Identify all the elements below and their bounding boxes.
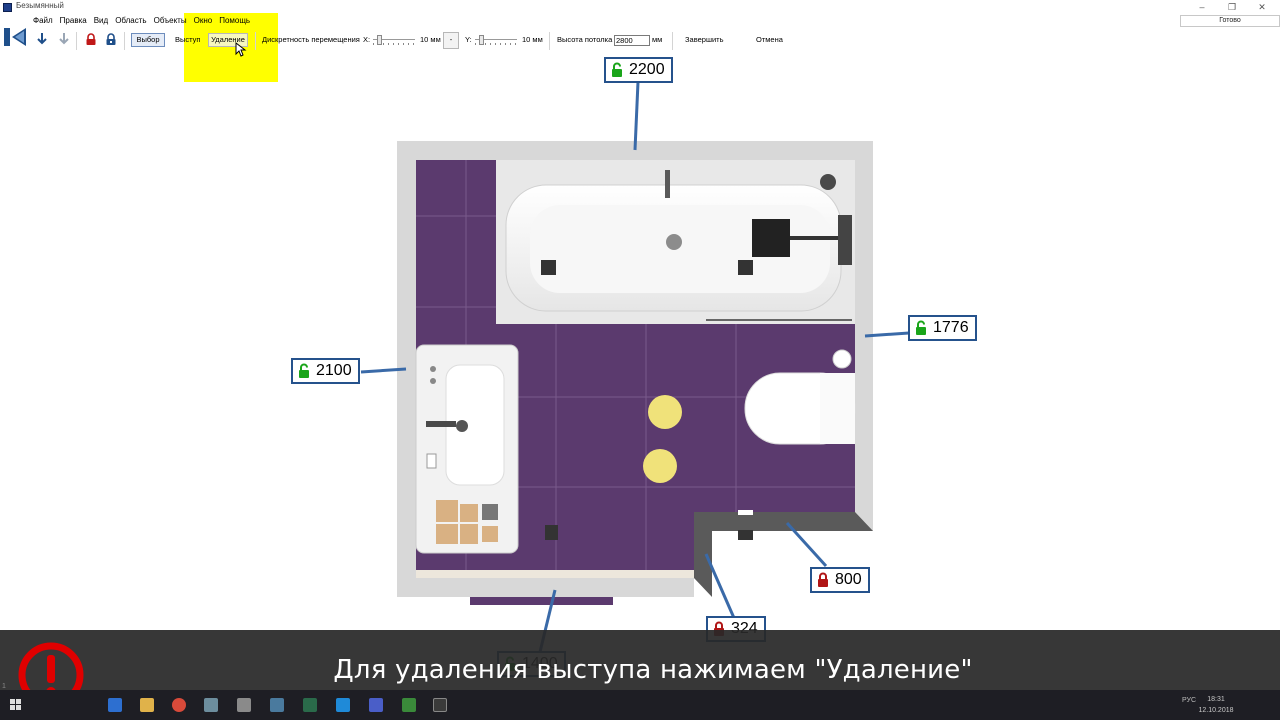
dimension-top[interactable]: 2200 xyxy=(604,57,673,83)
subtitle-text: Для удаления выступа нажимаем "Удаление" xyxy=(333,655,973,685)
dimension-left[interactable]: 2100 xyxy=(291,358,360,384)
excel-icon[interactable] xyxy=(402,698,416,712)
unlocked-icon[interactable] xyxy=(914,320,928,336)
app-window: Безымянный – ❐ ✕ Готово Файл Правка Вид … xyxy=(0,0,1280,720)
folder-icon[interactable] xyxy=(140,698,154,712)
dimension-left-value: 2100 xyxy=(316,362,352,379)
clock[interactable]: 18:31 12.10.2018 xyxy=(1198,694,1234,716)
floor-plan-canvas[interactable] xyxy=(0,0,1280,720)
dimension-right-value: 1776 xyxy=(933,319,969,336)
app-tool-icon[interactable] xyxy=(204,698,218,712)
locked-icon[interactable] xyxy=(816,572,830,588)
calculator-icon[interactable] xyxy=(237,698,251,712)
language-indicator[interactable]: РУС xyxy=(1182,697,1196,704)
unlocked-icon[interactable] xyxy=(297,363,311,379)
clock-date: 12.10.2018 xyxy=(1198,707,1234,714)
dimension-notch-right-value: 800 xyxy=(835,571,862,588)
skype-icon[interactable] xyxy=(336,698,350,712)
dimension-top-value: 2200 xyxy=(629,61,665,78)
photos-icon[interactable] xyxy=(270,698,284,712)
chrome-icon[interactable] xyxy=(172,698,186,712)
planner-icon[interactable] xyxy=(369,698,383,712)
mouse-cursor-icon xyxy=(235,42,247,57)
stool-2 xyxy=(643,449,677,483)
taskbar xyxy=(0,690,1280,720)
dimension-right[interactable]: 1776 xyxy=(908,315,977,341)
start-icon[interactable] xyxy=(10,699,22,711)
browser-icon[interactable] xyxy=(108,698,122,712)
dimension-notch-right[interactable]: 800 xyxy=(810,567,870,593)
publisher-icon[interactable] xyxy=(303,698,317,712)
active-app-icon[interactable] xyxy=(433,698,447,712)
unlocked-icon[interactable] xyxy=(610,62,624,78)
stool-1 xyxy=(648,395,682,429)
clock-time: 18:31 xyxy=(1207,696,1225,703)
